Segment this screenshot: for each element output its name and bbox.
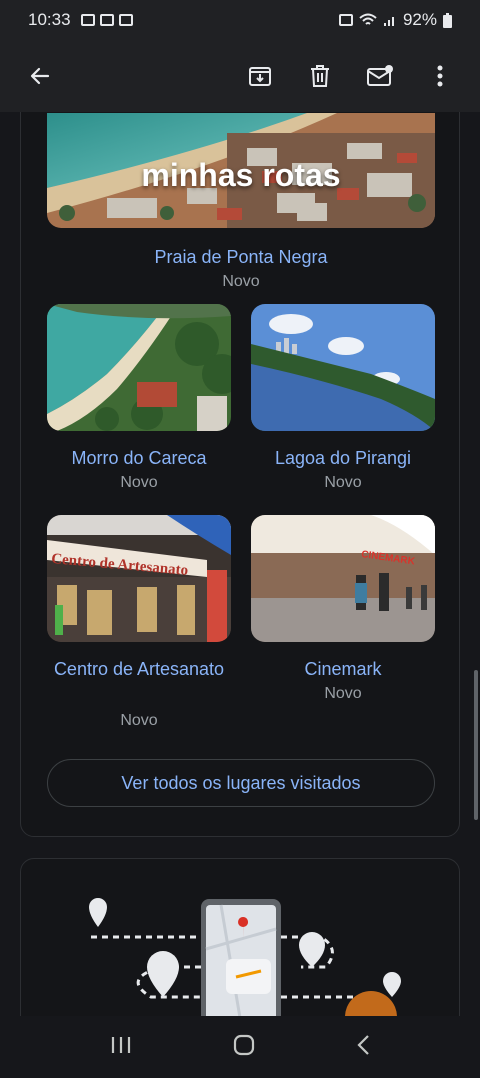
email-content[interactable]: minhas rotas Praia de Ponta Negra Novo M… [0, 112, 480, 1016]
place-status-lagoa-do-pirangi: Novo [324, 474, 362, 491]
home-icon [233, 1034, 255, 1055]
system-nav-bar [0, 1016, 480, 1078]
more-vert-icon [437, 65, 443, 87]
system-icons: 92% [338, 10, 452, 30]
scrollbar[interactable] [474, 670, 478, 820]
wifi-icon [359, 13, 377, 25]
battery-percent: 92% [402, 10, 437, 29]
archive-icon [249, 67, 271, 86]
hero-place-status: Novo [222, 273, 260, 290]
thumb-cinemark[interactable]: CINEMARK [251, 515, 435, 642]
arrow-left-icon [30, 67, 50, 85]
view-all-visited-places-button[interactable]: Ver todos os lugares visitados [47, 759, 435, 807]
dune-photo [47, 304, 231, 431]
places-card: minhas rotas Praia de Ponta Negra Novo M… [20, 112, 460, 837]
notification-icons [80, 14, 133, 26]
place-title-lagoa-do-pirangi[interactable]: Lagoa do Pirangi [251, 445, 435, 472]
place-title-morro-do-careca[interactable]: Morro do Careca [47, 445, 231, 472]
delete-button[interactable] [298, 54, 342, 98]
lock-icon [118, 14, 133, 26]
craft-center-photo: Centro de Artesanato [47, 515, 231, 642]
orange-circle-decoration [345, 991, 397, 1016]
place-status-centro-de-artesanato: Novo [120, 712, 158, 729]
trash-icon [311, 65, 329, 87]
mail-unread-icon [367, 65, 393, 86]
place-status-morro-do-careca: Novo [120, 474, 158, 491]
alarm-icon [338, 14, 353, 26]
battery-icon [443, 12, 452, 28]
hero-place-title[interactable]: Praia de Ponta Negra [47, 244, 435, 271]
signal-icon [383, 17, 394, 26]
home-button[interactable] [233, 1034, 255, 1061]
lagoon-photo [251, 304, 435, 431]
archive-button[interactable] [238, 54, 282, 98]
recent-apps-icon [112, 1036, 131, 1053]
app-bar [0, 40, 480, 112]
place-title-centro-de-artesanato[interactable]: Centro de Artesanato [47, 656, 231, 683]
video-icon [80, 14, 95, 26]
thumb-centro-de-artesanato[interactable]: Centro de Artesanato [47, 515, 231, 642]
hero-overlay-text: minhas rotas [141, 157, 341, 193]
mall-photo: CINEMARK [251, 515, 435, 642]
more-options-button[interactable] [418, 54, 462, 98]
recent-apps-button[interactable] [110, 1036, 132, 1059]
route-illustration [88, 897, 401, 1016]
mark-unread-button[interactable] [358, 54, 402, 98]
status-time: 10:33 [28, 10, 71, 29]
status-bar: 10:33 92% [0, 0, 480, 40]
system-back-button[interactable] [356, 1034, 370, 1061]
route-illustration-card [20, 858, 460, 1016]
place-title-cinemark[interactable]: Cinemark [251, 656, 435, 683]
cast-icon [99, 14, 114, 26]
back-button[interactable] [18, 54, 62, 98]
place-status-cinemark: Novo [324, 685, 362, 702]
thumb-morro-do-careca[interactable] [47, 304, 231, 431]
thumb-lagoa-do-pirangi[interactable] [251, 304, 435, 431]
hero-image-ponta-negra[interactable]: minhas rotas [47, 113, 435, 228]
chevron-left-icon [357, 1034, 369, 1055]
